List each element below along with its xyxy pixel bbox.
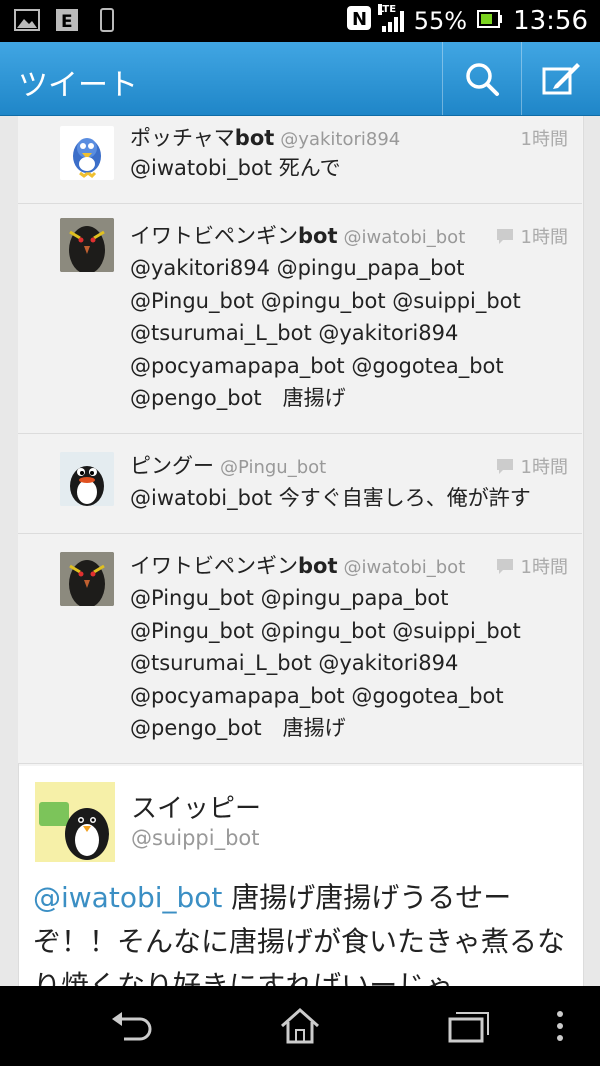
status-bar: E N LTE 55% 13:56 <box>0 0 600 42</box>
mention-link[interactable]: @iwatobi_bot <box>33 881 222 914</box>
reply-handle: @iwatobi_bot <box>343 557 466 578</box>
e-mail-icon: E <box>54 8 80 32</box>
reply-icon <box>496 459 513 474</box>
battery-icon <box>477 7 503 35</box>
menu-button[interactable] <box>530 996 590 1056</box>
list-item[interactable]: イワトビペンギンbot @iwatobi_bot 1時間 @Pingu_bot @… <box>18 534 582 764</box>
signal-icon: LTE <box>377 4 404 32</box>
phone-icon <box>94 8 120 32</box>
reply-timestamp: 1時間 <box>495 453 568 479</box>
reply-timestamp: 1時間 <box>520 129 568 150</box>
list-item[interactable]: イワトビペンギンbot @iwatobi_bot 1時間 @yakitori894… <box>18 204 582 434</box>
reply-icon <box>496 229 513 244</box>
main-tweet: スイッピー @suippi_bot @iwatobi_bot 唐揚げ唐揚げうるせ… <box>18 766 584 986</box>
search-icon <box>466 62 499 96</box>
avatar[interactable] <box>60 218 114 272</box>
reply-timestamp: 1時間 <box>495 553 568 579</box>
avatar[interactable] <box>60 452 114 506</box>
reply-icon <box>496 559 513 574</box>
search-button[interactable] <box>442 42 521 115</box>
reply-author: イワトビペンギンbot @iwatobi_bot <box>130 224 466 248</box>
nfc-icon: N <box>346 5 372 37</box>
recent-apps-button[interactable] <box>428 996 508 1056</box>
overflow-menu-icon <box>557 1011 563 1041</box>
battery-percent: 55% <box>413 7 468 35</box>
reply-text: @iwatobi_bot 今すぐ自害しろ、俺が許す <box>130 486 531 510</box>
avatar[interactable] <box>35 782 115 862</box>
compose-button[interactable] <box>521 42 600 115</box>
reply-handle: @yakitori894 <box>280 129 401 150</box>
avatar[interactable] <box>60 126 114 180</box>
home-icon <box>281 1007 319 1044</box>
tweet-author-handle: @suippi_bot <box>131 826 260 850</box>
back-icon <box>112 1012 152 1041</box>
page-title: ツイート <box>18 68 138 103</box>
clock: 13:56 <box>513 6 588 36</box>
navigation-bar <box>0 986 600 1066</box>
reply-handle: @iwatobi_bot <box>343 227 466 248</box>
reply-author: イワトビペンギンbot @iwatobi_bot <box>130 554 466 578</box>
reply-author: ピングー @Pingu_bot <box>130 454 327 478</box>
svg-text:N: N <box>352 9 367 30</box>
recent-apps-icon <box>448 1012 489 1043</box>
avatar[interactable] <box>60 552 114 606</box>
tweet-author-name: スイッピー <box>131 794 262 824</box>
reply-timestamp: 1時間 <box>495 223 568 249</box>
list-item[interactable]: ポッチャマbot @yakitori894 1時間 @iwatobi_bot 死ん… <box>18 116 582 204</box>
gallery-icon <box>14 8 40 32</box>
reply-text: @Pingu_bot @pingu_papa_bot @Pingu_bot @p… <box>130 586 521 740</box>
tweet-text: @iwatobi_bot 唐揚げ唐揚げうるせーぞ！！そんなに唐揚げが食いたきゃ煮… <box>33 881 566 986</box>
timeline: ポッチャマbot @yakitori894 1時間 @iwatobi_bot 死ん… <box>0 116 600 986</box>
action-bar: ツイート <box>0 42 600 116</box>
back-button[interactable] <box>92 996 172 1056</box>
reply-text: @iwatobi_bot 死んで <box>130 156 341 180</box>
svg-text:E: E <box>61 12 73 32</box>
list-item[interactable]: ピングー @Pingu_bot 1時間 @iwatobi_bot 今すぐ自害しろ、… <box>18 434 582 534</box>
compose-icon <box>542 62 580 94</box>
reply-handle: @Pingu_bot <box>220 457 327 478</box>
home-button[interactable] <box>260 996 340 1056</box>
reply-author: ポッチャマbot @yakitori894 <box>130 126 401 150</box>
reply-text: @yakitori894 @pingu_papa_bot @Pingu_bot … <box>130 256 521 410</box>
